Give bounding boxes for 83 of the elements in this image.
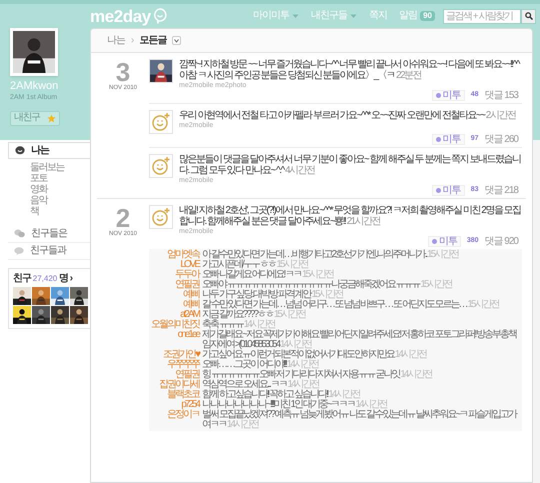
- comment-author[interactable]: 블랙초코: [149, 390, 199, 400]
- metoo-button[interactable]: 미투: [432, 90, 465, 101]
- comment-author[interactable]: 우쭈쭈쭈: [149, 360, 199, 370]
- caret-icon: [174, 38, 180, 42]
- comment-author[interactable]: 잡권이다세: [149, 380, 199, 390]
- metoo-button[interactable]: 미투: [432, 185, 465, 196]
- date-day: 3: [116, 59, 130, 85]
- comment-author[interactable]: 엄마엣속: [149, 250, 199, 260]
- comment-text: 오빠 나갈게요 어디에요! ㅋㅋ15시간전: [202, 270, 334, 280]
- comment-author[interactable]: 예삐: [149, 290, 199, 300]
- comment-text: 역삼역으로 오세요.... ㅋㅋ14시간전: [202, 380, 319, 390]
- nav-link[interactable]: 쪽지: [369, 10, 388, 22]
- chat-bubbles-icon: [14, 229, 25, 238]
- dot-icon: [436, 93, 441, 98]
- post-text: 깜짝~! 지하철 방문 ~~ 너무 즐거웠습니다~^^ 너무 빨리 끝나서 아쉬워요~~! 다음에 또 봐요~~!!^^ 아참 ㅋ 사진의 주인공 분들은 당첨되신 분들이에요〉_〈ㅋ 22분전: [179, 59, 521, 81]
- comment-count[interactable]: 댓글 260: [484, 134, 518, 144]
- metoo-button[interactable]: 미투: [428, 236, 461, 247]
- comment-text: 함께 하고싶습니다!! 꼭하고 싶습니다!!14시간전: [202, 390, 360, 400]
- comment-count[interactable]: 댓글 920: [484, 236, 518, 246]
- nav-link[interactable]: 내친구들: [311, 10, 358, 22]
- comment-text: 가고싶어요ㅠ이런거되본적이없어서기대도안하지만요14시간전: [202, 350, 426, 360]
- comment-author[interactable]: 두두아: [149, 270, 199, 280]
- smiley-icon: [151, 156, 171, 176]
- sidebar-subitem[interactable]: 포토: [30, 172, 47, 184]
- sidebar-subitem[interactable]: 음악: [30, 194, 47, 206]
- breadcrumb-current: 모든글: [139, 34, 166, 48]
- search-button[interactable]: [521, 8, 536, 24]
- sidebar-subitem[interactable]: 둘러보는: [30, 162, 64, 172]
- comment-author[interactable]: 조권가인♥: [149, 350, 199, 360]
- comment-author[interactable]: 은정이ㅋ: [149, 410, 199, 430]
- sidebar-subitem[interactable]: 책: [30, 206, 38, 216]
- date-day: 2: [116, 205, 130, 231]
- count-badge: 90: [420, 11, 435, 21]
- comment-author[interactable]: p7254: [149, 400, 199, 410]
- comment-author[interactable]: 연필권: [149, 280, 199, 290]
- comment-text: 나나나나나나나나~!!!!!미친 1인 대기중~ㅋㅋㅋ14시간전: [202, 400, 387, 410]
- comment-text: 지금 갈까요????ㅎㅎ15시간전: [202, 310, 305, 320]
- comment-text: 아 갈수만있다면 가는데…비행기타고2호선가기엔..나의주머니가..15시간전: [202, 250, 458, 260]
- sidebar-item[interactable]: 나는: [8, 142, 92, 158]
- comment-text: 갈 수만 있다면 가는데… 넘넘 어리구… 또 넘넘 바쁘구… 또 어딘지도 모르는…15시간전: [202, 300, 498, 310]
- comment-author[interactable]: at2AM: [149, 310, 199, 320]
- comment-text: 가고시픈데/ㅜㅜ ㅎㅎ15시간전: [202, 260, 308, 270]
- comment-author[interactable]: 예삐: [149, 300, 199, 310]
- comment-author[interactable]: one1ee: [149, 330, 199, 350]
- comment-author[interactable]: 연필권: [149, 370, 199, 380]
- breadcrumb-link[interactable]: 나는: [107, 33, 125, 48]
- post-text: 우리 아현역에서 전철 타고 아카펠라 부르러 가요~^^* 오~~진짜 오랜만에 전철타요~~2시간전: [179, 110, 516, 121]
- breadcrumb-separator: ›: [131, 34, 134, 48]
- comment-text: 나두 가구 싶당..대박방 파격 계안15시간전: [202, 290, 343, 300]
- search-icon: [524, 12, 532, 20]
- comment-author[interactable]: LOVE: [149, 260, 199, 270]
- speech-bubble-icon: [152, 8, 167, 24]
- logo[interactable]: me2day: [90, 8, 151, 24]
- caret-icon: [350, 14, 358, 18]
- post-text: 내일! 지하철 2호선', 그곳(?!)에서 만나요~^^* 무엇을 할까요?! ㅋ저희 촬영해주실 미친 2명을 모집합니다. 함께해주실 분은 댓글 달아주세요~뿅!!21시간전: [179, 205, 522, 227]
- comment-count[interactable]: 댓글 153: [484, 90, 518, 100]
- smiley-icon: [151, 207, 171, 227]
- comment-count[interactable]: 댓글 218: [484, 186, 518, 196]
- dropdown-button[interactable]: [172, 36, 182, 45]
- sidebar-subitem[interactable]: 영화: [30, 184, 47, 194]
- profile-name: 2AMkwon: [10, 80, 60, 94]
- search-field[interactable]: 글검색 + 사람찾기: [443, 8, 521, 24]
- dot-icon: [436, 188, 441, 193]
- nav-link[interactable]: 알림 90: [399, 10, 435, 22]
- friend-button[interactable]: 내친구: [10, 110, 60, 126]
- post-text: 많은분들이 댓글을 달아주셔서 너무 기분이 좋아요~ 함께 해주실 두 분께는 쪽지 보내드렸습니다. 그럼 모두 있다 만나요~ ^.^4시간전: [179, 154, 522, 176]
- comment-text: 오빠……그곳이 어디야!!!!14시간전: [202, 360, 318, 370]
- dot-icon: [432, 239, 437, 244]
- comment-text: 제가갈래요~저요 꼭제가가야해요 빨리어딘지알려주세요! 저 홍하코 포토그라퍼! 방송부총책임자에여 >(0104585305414시간전: [202, 330, 518, 350]
- star-icon: [47, 114, 56, 122]
- comment-text: 오빠야 ㅠㅠㅠㅠㅠㅠㅠㅠㅠㅠㅠㅠㅠ나궁금해죽겠어요 ㅠㅠㅠ15시간전: [202, 280, 452, 290]
- comment-text: 힝 ㅠㅠㅠㅠㅠㅠ오빠 저 기다리다 지쳐서 자용 ㅠㅠ 굳나잇14시간전: [202, 370, 432, 380]
- dot-icon: [436, 137, 441, 142]
- comment-text: 벌써 모집끝났겠져?? 예측ㅠ 넘늦게 봤어ㅠ 나도 갈 수있는데ㅠ 날씨추워요~ㅋ 파슬게입고가여ㅋㅋ14시간전: [202, 410, 518, 430]
- comment-text: 축축 ㅠㅠㅠ14시간전: [202, 320, 275, 330]
- metoo-button[interactable]: 미투: [432, 134, 465, 145]
- friends-link[interactable]: 친구 27,420 명 ›: [13, 272, 88, 284]
- chat-face-icon: [15, 146, 25, 154]
- nav-link[interactable]: 마이미투: [253, 10, 300, 22]
- smiley-icon: [151, 112, 171, 132]
- chat-bubble-icon: [14, 246, 24, 254]
- comment-author[interactable]: 오월의미친짓: [149, 320, 199, 330]
- caret-icon: [292, 14, 300, 18]
